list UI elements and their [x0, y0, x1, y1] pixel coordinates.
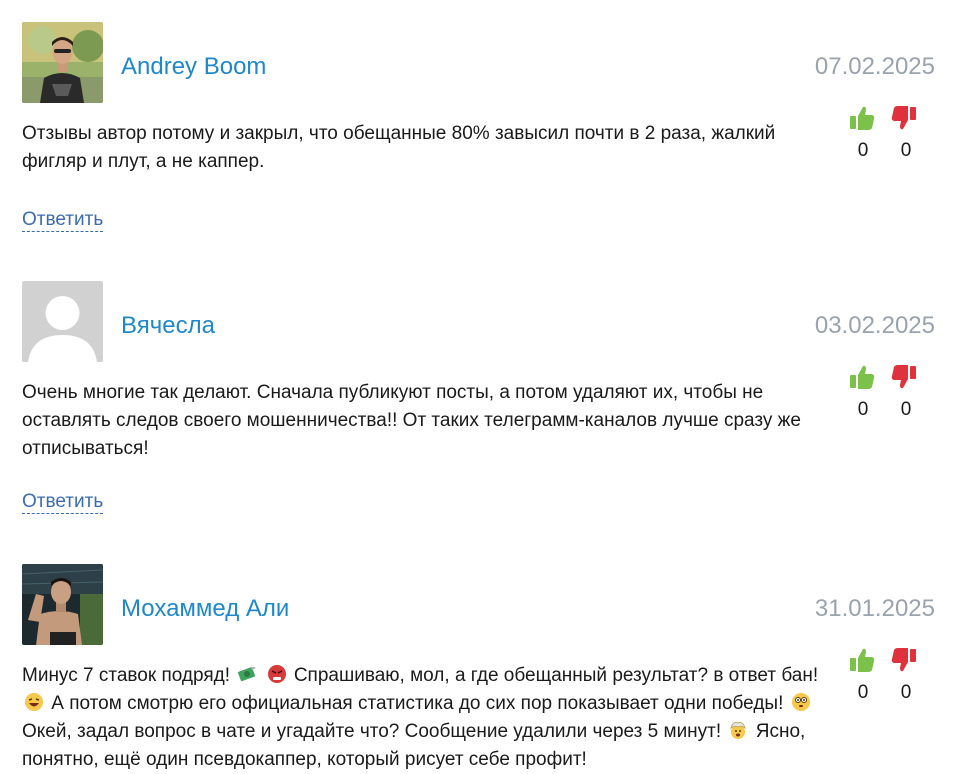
dislike-count: 0 [900, 399, 912, 420]
thumbs-down-icon[interactable] [890, 646, 918, 674]
flushed-face-icon [791, 693, 810, 711]
avatar[interactable] [22, 564, 103, 645]
money-with-wings-icon [238, 667, 257, 682]
thumbs-up-icon[interactable] [848, 646, 876, 674]
comment-author[interactable]: Вячесла [121, 312, 215, 340]
comment-date: 03.02.2025 [814, 312, 935, 339]
comment-text: Минус 7 ставок подряд! Спрашиваю, мол, а… [22, 662, 837, 774]
reply-link[interactable]: Ответить [22, 491, 104, 514]
comment-author[interactable]: Мохаммед Али [121, 595, 289, 623]
reply-link[interactable]: Ответить [22, 209, 104, 232]
comment-date: 31.01.2025 [814, 595, 935, 622]
like-count: 0 [857, 140, 869, 161]
avatar[interactable] [22, 281, 103, 362]
like-count: 0 [857, 399, 869, 420]
comment-text: Отзывы автор потому и закрыл, что обещан… [22, 123, 776, 172]
exploding-head-icon [730, 722, 747, 739]
comment-text-part: Спрашиваю, мол, а где обещанный результа… [293, 665, 819, 686]
comment-date: 07.02.2025 [814, 53, 935, 80]
vote-panel: 0 0 [848, 104, 922, 164]
dislike-count: 0 [900, 140, 912, 161]
like-count: 0 [857, 682, 869, 703]
comment-text-part: А потом смотрю его официальная статистик… [51, 693, 784, 714]
comment-text-part: Окей, задал вопрос в чате и угадайте что… [22, 721, 722, 742]
vote-panel: 0 0 [848, 646, 922, 706]
angry-face-icon [267, 665, 286, 683]
avatar[interactable] [22, 22, 103, 103]
thumbs-down-icon[interactable] [890, 363, 918, 391]
dislike-count: 0 [900, 682, 912, 703]
thumbs-down-icon[interactable] [890, 104, 918, 132]
comment-text: Очень многие так делают. Сначала публику… [22, 382, 801, 459]
vote-panel: 0 0 [848, 363, 922, 423]
comment-author[interactable]: Andrey Boom [121, 53, 266, 81]
comment-text-part: Минус 7 ставок подряд! [22, 665, 230, 686]
thumbs-up-icon[interactable] [848, 363, 876, 391]
thumbs-up-icon[interactable] [848, 104, 876, 132]
laughing-face-icon [25, 693, 43, 711]
